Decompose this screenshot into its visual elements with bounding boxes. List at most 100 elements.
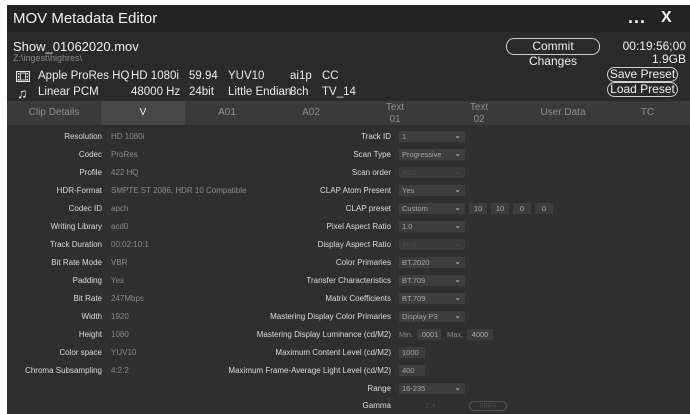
title-bar: MOV Metadata Editor ... X — [7, 5, 690, 32]
field-label: Bit Rate — [73, 294, 102, 303]
scan-type-dropdown[interactable]: Progressive ⌄ — [399, 149, 465, 160]
tab-text-01[interactable]: Text 01 — [353, 101, 437, 125]
clap-value-4[interactable]: 0 — [535, 203, 553, 214]
field-value: Yes — [111, 276, 125, 285]
max-content-input[interactable]: 1000 — [399, 347, 425, 358]
range-dropdown[interactable]: 16-235 ⌄ — [399, 383, 465, 394]
field-value: YUV10 — [111, 348, 137, 357]
scan-order-label: Scan order — [351, 168, 391, 177]
load-preset-button[interactable]: Load Preset — [607, 82, 678, 97]
file-path: Z:\ingest\highres\ — [13, 53, 83, 63]
audio-endian: Little Endian — [228, 86, 292, 98]
max-luminance-input[interactable]: 4000 — [467, 329, 493, 340]
clap-value-1[interactable]: 10 — [469, 203, 487, 214]
chevron-down-icon: ⌄ — [454, 257, 461, 266]
display-aspect-label: Display Aspect Ratio — [317, 240, 391, 249]
transfer-dropdown[interactable]: BT.709 ⌄ — [399, 275, 465, 286]
chevron-down-icon: ⌄ — [454, 149, 461, 158]
field-label: Color space — [59, 348, 102, 357]
audio-rate: 48000 Hz — [131, 86, 181, 98]
film-icon — [15, 70, 31, 85]
close-button[interactable]: X — [661, 9, 672, 27]
gamma-apply-button[interactable]: apply — [469, 401, 507, 411]
gamma-value[interactable]: 2.4 — [425, 401, 435, 410]
tab-text-02[interactable]: Text 02 — [437, 101, 521, 125]
field-value: ProRes — [111, 150, 138, 159]
color-primaries-dropdown[interactable]: BT.2020 ⌄ — [399, 257, 465, 268]
clap-atom-dropdown[interactable]: Yes ⌄ — [399, 185, 465, 196]
video-color: YUV10 — [228, 70, 265, 82]
scan-type-label: Scan Type — [353, 150, 391, 159]
save-preset-button[interactable]: Save Preset — [607, 67, 678, 82]
video-resolution: HD 1080i — [131, 70, 179, 82]
field-label: Writing Library — [50, 222, 102, 231]
field-value: 1080 — [111, 330, 129, 339]
music-note-icon: ♫ — [17, 85, 28, 101]
field-value: 247Mbps — [111, 294, 144, 303]
clap-value-3[interactable]: 0 — [513, 203, 531, 214]
field-value: apch — [111, 204, 129, 213]
field-label: Track Duration — [49, 240, 102, 249]
chevron-down-icon: ⌄ — [454, 131, 461, 140]
field-value: VBR — [111, 258, 128, 267]
field-label: Resolution — [64, 132, 102, 141]
scan-order-dropdown[interactable]: ADJ ⌄ — [399, 167, 465, 178]
audio-summary-row: ♫ Linear PCM 48000 Hz 24bit Little Endia… — [7, 85, 367, 101]
chevron-down-icon: ⌄ — [454, 383, 461, 392]
tab-a02[interactable]: A02 — [269, 101, 353, 125]
tab-user-data[interactable]: User Data — [521, 101, 605, 125]
main-window: MOV Metadata Editor ... X Show_01062020.… — [7, 5, 690, 414]
field-label: Width — [81, 312, 102, 321]
field-label: Padding — [72, 276, 102, 285]
commit-changes-button[interactable]: Commit Changes — [506, 38, 600, 68]
field-label: Codec ID — [68, 204, 102, 213]
tab-a01[interactable]: A01 — [185, 101, 269, 125]
mastering-luminance-label: Mastering Display Luminance (cd/M2) — [256, 330, 391, 339]
max-content-label: Maximum Content Level (cd/M2) — [275, 348, 391, 357]
range-label: Range — [367, 384, 391, 393]
audio-channels: 8ch — [290, 86, 309, 98]
tab-bar: Clip Details V A01 A02 Text 01 Text 02 Use… — [7, 101, 690, 125]
chevron-down-icon: ⌄ — [454, 221, 461, 230]
clap-value-2[interactable]: 10 — [491, 203, 509, 214]
field-label: Height — [78, 330, 102, 339]
field-value: 422 HQ — [111, 168, 139, 177]
clap-preset-dropdown[interactable]: Custom ⌄ — [399, 203, 465, 214]
min-luminance-input[interactable]: .0001 — [417, 329, 441, 340]
file-header: Show_01062020.mov Z:\ingest\highres\ Com… — [7, 32, 690, 102]
max-label: Max. — [447, 330, 464, 339]
field-value: 1920 — [111, 312, 129, 321]
video-field: ai1p — [290, 70, 312, 82]
field-label: Profile — [79, 168, 102, 177]
video-fps: 59.94 — [189, 70, 218, 82]
field-value: HD 1080i — [111, 132, 145, 141]
audio-tv-rating: TV_14 — [322, 86, 356, 98]
field-value: 00:02:10:1 — [111, 240, 149, 249]
pixel-aspect-dropdown[interactable]: 1.0 ⌄ — [399, 221, 465, 232]
tab-v[interactable]: V — [101, 101, 185, 125]
tab-tc[interactable]: TC — [605, 101, 690, 125]
max-frame-avg-input[interactable]: 400 — [399, 365, 425, 376]
field-label: Chroma Subsampling — [25, 366, 102, 375]
pixel-aspect-label: Pixel Aspect Ratio — [326, 222, 391, 231]
field-value: 4:2:2 — [111, 366, 129, 375]
matrix-dropdown[interactable]: BT.709 ⌄ — [399, 293, 465, 304]
field-label: HDR-Format — [56, 186, 102, 195]
chevron-down-icon: ⌄ — [454, 311, 461, 320]
mastering-primaries-dropdown[interactable]: Display P3 ⌄ — [399, 311, 465, 322]
audio-codec: Linear PCM — [38, 86, 99, 98]
track-id-dropdown[interactable]: 1 ⌄ — [399, 131, 465, 142]
field-value: acd0 — [111, 222, 129, 231]
video-tab-content: Resolution HD 1080i Codec ProRes Profile… — [7, 125, 690, 414]
chevron-down-icon: ⌄ — [454, 293, 461, 302]
tab-clip-details[interactable]: Clip Details — [7, 101, 101, 125]
window-title: MOV Metadata Editor — [13, 10, 158, 27]
more-options-button[interactable]: ... — [628, 7, 646, 28]
mastering-primaries-label: Mastering Display Color Primaries — [270, 312, 391, 321]
max-frame-avg-label: Maximum Frame-Average Light Level (cd/M2… — [228, 366, 391, 375]
chevron-down-icon: ⌄ — [454, 167, 461, 176]
display-aspect-dropdown[interactable]: 16:9 ⌄ — [399, 239, 465, 250]
color-primaries-label: Color Primaries — [335, 258, 391, 267]
field-label: Codec — [78, 150, 102, 159]
gamma-label: Gamma — [362, 401, 391, 410]
